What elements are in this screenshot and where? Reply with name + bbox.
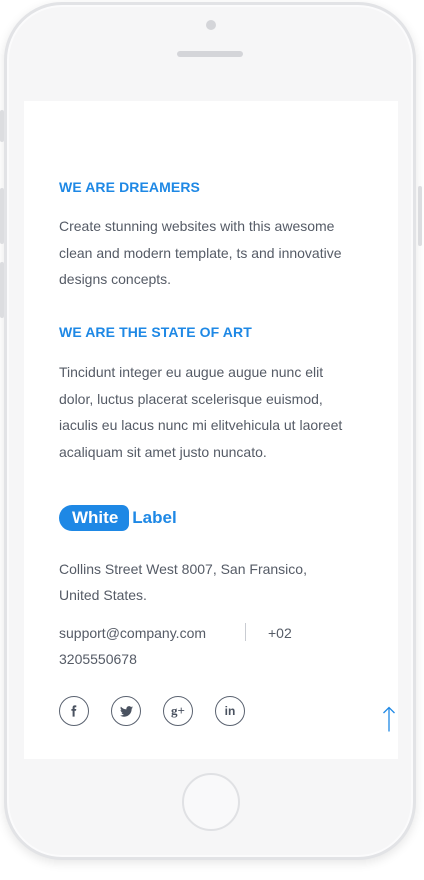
brand-pill-text: White: [59, 505, 123, 531]
brand-logo[interactable]: White Label: [59, 505, 177, 531]
side-button-volume-down: [0, 262, 4, 318]
speaker: [177, 51, 243, 57]
linkedin-link[interactable]: in: [215, 696, 245, 726]
section-heading-dreamers: WE ARE DREAMERS: [59, 179, 200, 195]
section-text-dreamers: Create stunning websites with this aweso…: [59, 218, 342, 287]
phone-prefix[interactable]: +02: [268, 620, 292, 646]
google-plus-icon: g+: [171, 703, 185, 718]
contact-divider: [245, 623, 246, 641]
twitter-icon: [119, 705, 133, 717]
address-line-1: Collins Street West 8007, San Fransico,: [59, 561, 307, 577]
address-line-2: United States.: [59, 587, 147, 603]
side-button-power: [418, 186, 422, 246]
linkedin-icon: in: [224, 704, 236, 718]
side-button-volume-up: [0, 188, 4, 244]
section-heading-state-of-art: WE ARE THE STATE OF ART: [59, 324, 252, 340]
twitter-link[interactable]: [111, 696, 141, 726]
social-links: g+ in: [59, 696, 267, 726]
support-email-link[interactable]: support@company.com: [59, 620, 206, 646]
google-plus-link[interactable]: g+: [163, 696, 193, 726]
brand-label-text: Label: [132, 508, 177, 527]
side-button-mute: [0, 110, 4, 142]
camera: [206, 20, 216, 30]
phone-number-link[interactable]: 3205550678: [59, 646, 137, 672]
facebook-link[interactable]: [59, 696, 89, 726]
back-to-top-icon[interactable]: [382, 706, 396, 732]
section-text-state-of-art: Tincidunt integer eu augue augue nunc el…: [59, 364, 343, 460]
phone-screen: WE ARE DREAMERS Create stunning websites…: [24, 101, 398, 759]
facebook-icon: [71, 705, 77, 717]
brand-pill-end: [122, 505, 130, 531]
home-button[interactable]: [182, 773, 240, 831]
